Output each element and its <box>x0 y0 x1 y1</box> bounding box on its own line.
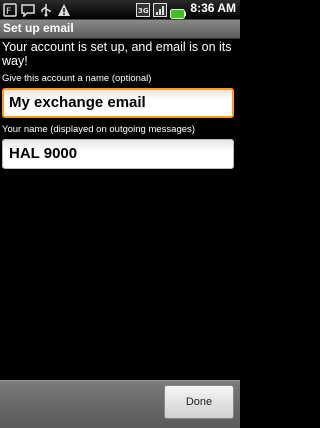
page-title: Set up email <box>3 21 74 35</box>
signal-bars-icon <box>153 2 167 17</box>
account-name-label: Give this account a name (optional) <box>2 73 152 84</box>
status-bar: F 3G 8:36 AM <box>0 0 240 20</box>
svg-text:F: F <box>6 7 11 17</box>
your-name-label: Your name (displayed on outgoing message… <box>2 124 195 135</box>
battery-icon <box>170 4 186 19</box>
title-bar: Set up email <box>0 20 240 39</box>
bottom-bar: Done <box>0 380 240 428</box>
your-name-input[interactable]: HAL 9000 <box>2 139 234 169</box>
flashcard-notification-icon: F <box>3 2 17 17</box>
account-name-input[interactable]: My exchange email <box>2 88 234 118</box>
warning-icon <box>57 2 71 16</box>
intro-message: Your account is set up, and email is on … <box>2 40 232 68</box>
svg-text:3G: 3G <box>138 7 149 15</box>
3g-signal-icon: 3G <box>136 2 150 17</box>
usb-icon <box>39 2 53 17</box>
chat-icon <box>21 2 35 18</box>
done-button[interactable]: Done <box>164 385 234 419</box>
clock-time: 8:36 AM <box>190 1 236 15</box>
